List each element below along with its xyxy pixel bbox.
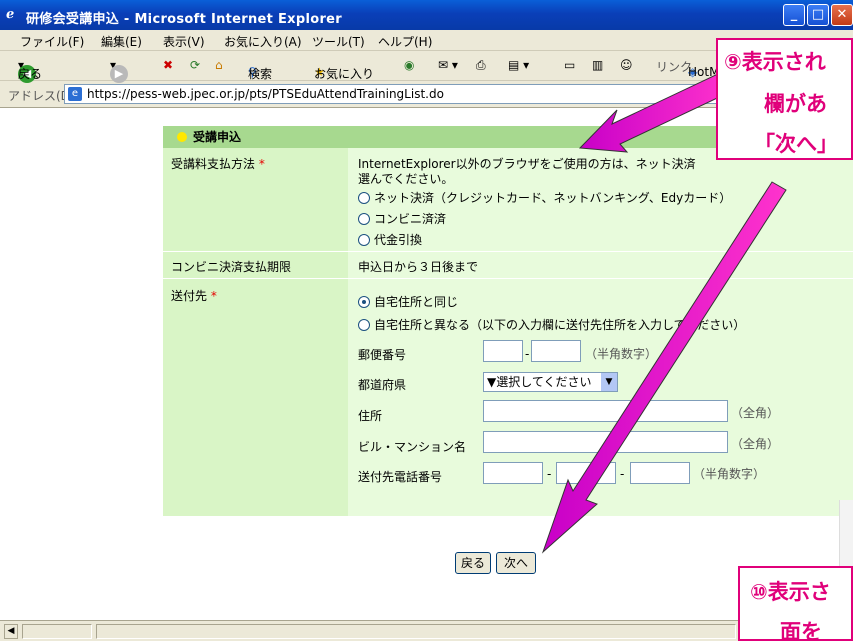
browser-window: ℯ 研修会受講申込 - Microsoft Internet Explorer … bbox=[0, 0, 853, 641]
pointer-arrow-icon bbox=[541, 181, 787, 554]
instruction-callout-10: ⑩表示さ 面を bbox=[738, 566, 853, 641]
instruction-callout-9: ⑨表示され 欄があ 「次へ」 bbox=[716, 38, 853, 160]
pointer-arrow-icon bbox=[578, 71, 731, 153]
